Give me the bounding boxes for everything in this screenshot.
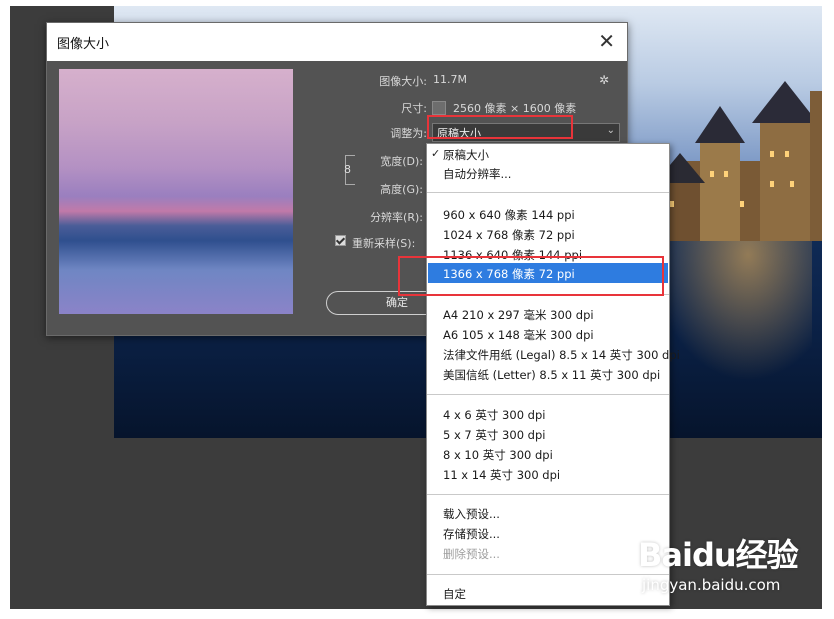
annotation-highlight-preset: [398, 256, 664, 296]
menu-separator: [427, 394, 669, 395]
menu-item-4x6[interactable]: 4 x 6 英寸 300 dpi: [443, 407, 545, 423]
menu-item-a4[interactable]: A4 210 x 297 毫米 300 dpi: [443, 307, 594, 323]
resample-checkbox[interactable]: [335, 235, 346, 246]
watermark-url: jingyan.baidu.com: [642, 576, 781, 594]
image-size-label: 图像大小:: [379, 75, 427, 88]
menu-item-5x7[interactable]: 5 x 7 英寸 300 dpi: [443, 427, 545, 443]
menu-item-a6[interactable]: A6 105 x 148 毫米 300 dpi: [443, 327, 594, 343]
menu-item-load-preset[interactable]: 载入预设...: [443, 506, 500, 522]
menu-item-8x10[interactable]: 8 x 10 英寸 300 dpi: [443, 447, 553, 463]
chevron-down-icon: ⌄: [606, 125, 615, 136]
dialog-title: 图像大小: [57, 37, 110, 52]
menu-item-save-preset[interactable]: 存储预设...: [443, 526, 500, 542]
dialog-titlebar: 图像大小 ✕: [47, 23, 627, 61]
baidu-jingyan-watermark: Baidu经验 jingyan.baidu.com: [628, 520, 828, 610]
dimensions-value: 2560 像素 × 1600 像素: [453, 102, 577, 115]
menu-item-delete-preset: 删除预设...: [443, 547, 500, 561]
menu-item-11x14[interactable]: 11 x 14 英寸 300 dpi: [443, 467, 560, 483]
resolution-label: 分辨率(R):: [370, 211, 423, 224]
menu-item-legal[interactable]: 法律文件用纸 (Legal) 8.5 x 14 英寸 300 dpi: [443, 347, 680, 363]
gear-icon[interactable]: ✲: [599, 73, 609, 87]
menu-item-letter[interactable]: 美国信纸 (Letter) 8.5 x 11 英寸 300 dpi: [443, 367, 660, 383]
watermark-logo-text: Baidu经验: [638, 536, 799, 574]
menu-separator: [427, 192, 669, 193]
dimensions-label: 尺寸:: [401, 102, 427, 115]
menu-item-auto-resolution[interactable]: 自动分辨率...: [443, 166, 511, 182]
fit-to-label: 调整为:: [390, 127, 427, 140]
dimensions-unit-dropdown[interactable]: [432, 101, 446, 115]
annotation-highlight-fit: [427, 115, 573, 139]
height-label: 高度(G):: [380, 183, 423, 196]
menu-item-original-size[interactable]: 原稿大小: [443, 147, 489, 163]
menu-item-960x640[interactable]: 960 x 640 像素 144 ppi: [443, 207, 575, 223]
menu-item-custom[interactable]: 自定: [443, 586, 466, 602]
menu-item-1024x768[interactable]: 1024 x 768 像素 72 ppi: [443, 227, 575, 243]
resample-label: 重新采样(S):: [352, 237, 416, 250]
image-preview: [59, 69, 293, 314]
menu-separator: [427, 494, 669, 495]
image-size-value: 11.7M: [433, 73, 467, 86]
check-icon: ✓: [431, 147, 441, 160]
close-icon[interactable]: ✕: [598, 29, 615, 53]
width-label: 宽度(D):: [380, 155, 423, 168]
